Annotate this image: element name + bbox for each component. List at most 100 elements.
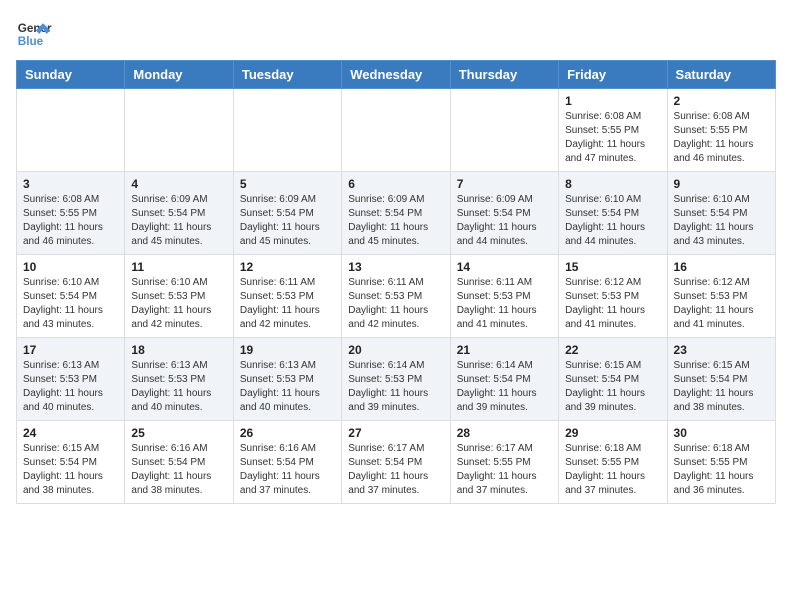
calendar-cell [233, 89, 341, 172]
day-number: 12 [240, 260, 335, 274]
calendar-cell: 11 Sunrise: 6:10 AM Sunset: 5:53 PM Dayli… [125, 255, 233, 338]
day-number: 6 [348, 177, 443, 191]
day-info: Sunrise: 6:12 AM Sunset: 5:53 PM Dayligh… [674, 276, 769, 332]
col-header-sunday: Sunday [17, 61, 125, 89]
day-info: Sunrise: 6:15 AM Sunset: 5:54 PM Dayligh… [674, 359, 769, 415]
day-info: Sunrise: 6:08 AM Sunset: 5:55 PM Dayligh… [674, 110, 769, 166]
calendar-cell: 2 Sunrise: 6:08 AM Sunset: 5:55 PM Daylig… [667, 89, 775, 172]
day-number: 7 [457, 177, 552, 191]
day-number: 23 [674, 343, 769, 357]
day-info: Sunrise: 6:13 AM Sunset: 5:53 PM Dayligh… [131, 359, 226, 415]
calendar-cell: 30Sunrise: 6:18 AM Sunset: 5:55 PM Dayli… [667, 421, 775, 504]
calendar-cell: 1Sunrise: 6:08 AM Sunset: 5:55 PM Daylig… [559, 89, 667, 172]
calendar-table: SundayMondayTuesdayWednesdayThursdayFrid… [16, 60, 776, 504]
day-info: Sunrise: 6:09 AM Sunset: 5:54 PM Dayligh… [457, 193, 552, 249]
calendar-header-row: SundayMondayTuesdayWednesdayThursdayFrid… [17, 61, 776, 89]
calendar-cell: 8 Sunrise: 6:10 AM Sunset: 5:54 PM Daylig… [559, 172, 667, 255]
day-number: 24 [23, 426, 118, 440]
day-info: Sunrise: 6:13 AM Sunset: 5:53 PM Dayligh… [23, 359, 118, 415]
calendar-cell: 24Sunrise: 6:15 AM Sunset: 5:54 PM Dayli… [17, 421, 125, 504]
day-info: Sunrise: 6:10 AM Sunset: 5:54 PM Dayligh… [565, 193, 660, 249]
day-info: Sunrise: 6:13 AM Sunset: 5:53 PM Dayligh… [240, 359, 335, 415]
col-header-thursday: Thursday [450, 61, 558, 89]
page-header: General Blue [16, 16, 776, 52]
day-info: Sunrise: 6:08 AM Sunset: 5:55 PM Dayligh… [23, 193, 118, 249]
day-number: 2 [674, 94, 769, 108]
calendar-week-5: 24Sunrise: 6:15 AM Sunset: 5:54 PM Dayli… [17, 421, 776, 504]
day-info: Sunrise: 6:08 AM Sunset: 5:55 PM Dayligh… [565, 110, 660, 166]
calendar-cell: 22 Sunrise: 6:15 AM Sunset: 5:54 PM Dayli… [559, 338, 667, 421]
col-header-monday: Monday [125, 61, 233, 89]
calendar-cell: 4 Sunrise: 6:09 AM Sunset: 5:54 PM Daylig… [125, 172, 233, 255]
day-info: Sunrise: 6:12 AM Sunset: 5:53 PM Dayligh… [565, 276, 660, 332]
day-info: Sunrise: 6:11 AM Sunset: 5:53 PM Dayligh… [457, 276, 552, 332]
calendar-cell: 3Sunrise: 6:08 AM Sunset: 5:55 PM Daylig… [17, 172, 125, 255]
calendar-cell: 7 Sunrise: 6:09 AM Sunset: 5:54 PM Daylig… [450, 172, 558, 255]
day-number: 10 [23, 260, 118, 274]
day-number: 28 [457, 426, 552, 440]
day-info: Sunrise: 6:18 AM Sunset: 5:55 PM Dayligh… [565, 442, 660, 498]
calendar-cell [17, 89, 125, 172]
day-info: Sunrise: 6:15 AM Sunset: 5:54 PM Dayligh… [565, 359, 660, 415]
day-number: 18 [131, 343, 226, 357]
calendar-cell: 6 Sunrise: 6:09 AM Sunset: 5:54 PM Daylig… [342, 172, 450, 255]
day-number: 4 [131, 177, 226, 191]
calendar-cell: 26 Sunrise: 6:16 AM Sunset: 5:54 PM Dayli… [233, 421, 341, 504]
calendar-cell [125, 89, 233, 172]
calendar-cell: 14 Sunrise: 6:11 AM Sunset: 5:53 PM Dayli… [450, 255, 558, 338]
calendar-cell [450, 89, 558, 172]
calendar-cell: 9 Sunrise: 6:10 AM Sunset: 5:54 PM Daylig… [667, 172, 775, 255]
day-info: Sunrise: 6:09 AM Sunset: 5:54 PM Dayligh… [240, 193, 335, 249]
day-info: Sunrise: 6:14 AM Sunset: 5:53 PM Dayligh… [348, 359, 443, 415]
day-number: 11 [131, 260, 226, 274]
logo-icon: General Blue [16, 16, 52, 52]
calendar-cell: 23 Sunrise: 6:15 AM Sunset: 5:54 PM Dayli… [667, 338, 775, 421]
col-header-tuesday: Tuesday [233, 61, 341, 89]
day-number: 26 [240, 426, 335, 440]
day-number: 29 [565, 426, 660, 440]
day-info: Sunrise: 6:10 AM Sunset: 5:54 PM Dayligh… [23, 276, 118, 332]
svg-text:Blue: Blue [18, 35, 44, 48]
day-info: Sunrise: 6:16 AM Sunset: 5:54 PM Dayligh… [131, 442, 226, 498]
calendar-cell: 27 Sunrise: 6:17 AM Sunset: 5:54 PM Dayli… [342, 421, 450, 504]
day-info: Sunrise: 6:17 AM Sunset: 5:54 PM Dayligh… [348, 442, 443, 498]
day-number: 5 [240, 177, 335, 191]
col-header-friday: Friday [559, 61, 667, 89]
calendar-week-1: 1Sunrise: 6:08 AM Sunset: 5:55 PM Daylig… [17, 89, 776, 172]
day-info: Sunrise: 6:14 AM Sunset: 5:54 PM Dayligh… [457, 359, 552, 415]
calendar-cell: 10 Sunrise: 6:10 AM Sunset: 5:54 PM Dayli… [17, 255, 125, 338]
day-number: 19 [240, 343, 335, 357]
day-number: 16 [674, 260, 769, 274]
calendar-cell: 19 Sunrise: 6:13 AM Sunset: 5:53 PM Dayli… [233, 338, 341, 421]
day-info: Sunrise: 6:10 AM Sunset: 5:54 PM Dayligh… [674, 193, 769, 249]
calendar-cell: 20 Sunrise: 6:14 AM Sunset: 5:53 PM Dayli… [342, 338, 450, 421]
day-info: Sunrise: 6:10 AM Sunset: 5:53 PM Dayligh… [131, 276, 226, 332]
day-info: Sunrise: 6:11 AM Sunset: 5:53 PM Dayligh… [348, 276, 443, 332]
logo: General Blue [16, 16, 52, 52]
day-number: 20 [348, 343, 443, 357]
calendar-week-3: 10 Sunrise: 6:10 AM Sunset: 5:54 PM Dayli… [17, 255, 776, 338]
day-info: Sunrise: 6:18 AM Sunset: 5:55 PM Dayligh… [674, 442, 769, 498]
day-info: Sunrise: 6:11 AM Sunset: 5:53 PM Dayligh… [240, 276, 335, 332]
day-number: 13 [348, 260, 443, 274]
day-number: 27 [348, 426, 443, 440]
calendar-week-4: 17 Sunrise: 6:13 AM Sunset: 5:53 PM Dayli… [17, 338, 776, 421]
day-info: Sunrise: 6:09 AM Sunset: 5:54 PM Dayligh… [131, 193, 226, 249]
day-number: 8 [565, 177, 660, 191]
calendar-cell: 15 Sunrise: 6:12 AM Sunset: 5:53 PM Dayli… [559, 255, 667, 338]
calendar-cell: 16 Sunrise: 6:12 AM Sunset: 5:53 PM Dayli… [667, 255, 775, 338]
day-number: 17 [23, 343, 118, 357]
day-info: Sunrise: 6:16 AM Sunset: 5:54 PM Dayligh… [240, 442, 335, 498]
day-number: 14 [457, 260, 552, 274]
calendar-cell: 12 Sunrise: 6:11 AM Sunset: 5:53 PM Dayli… [233, 255, 341, 338]
day-number: 22 [565, 343, 660, 357]
day-info: Sunrise: 6:09 AM Sunset: 5:54 PM Dayligh… [348, 193, 443, 249]
calendar-cell [342, 89, 450, 172]
calendar-cell: 28 Sunrise: 6:17 AM Sunset: 5:55 PM Dayli… [450, 421, 558, 504]
day-number: 25 [131, 426, 226, 440]
day-info: Sunrise: 6:17 AM Sunset: 5:55 PM Dayligh… [457, 442, 552, 498]
calendar-cell: 18 Sunrise: 6:13 AM Sunset: 5:53 PM Dayli… [125, 338, 233, 421]
day-number: 9 [674, 177, 769, 191]
day-number: 15 [565, 260, 660, 274]
calendar-cell: 13 Sunrise: 6:11 AM Sunset: 5:53 PM Dayli… [342, 255, 450, 338]
